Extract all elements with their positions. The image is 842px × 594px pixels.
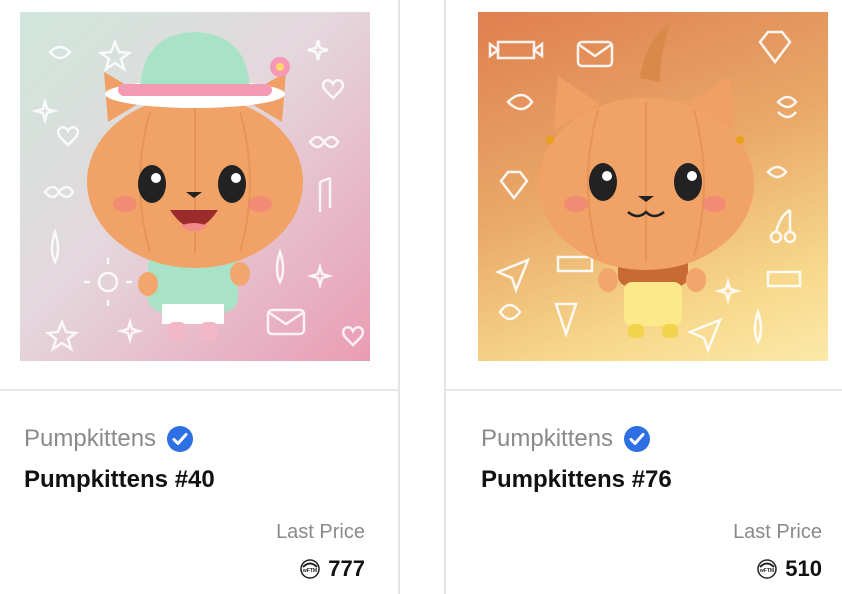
nft-title[interactable]: Pumpkittens #76 bbox=[481, 466, 672, 494]
card-divider bbox=[446, 389, 842, 391]
nft-card[interactable]: Pumpkittens Pumpkittens #40 Last Price w… bbox=[0, 0, 400, 594]
price-value: 777 bbox=[328, 556, 365, 581]
verified-check-icon bbox=[167, 426, 194, 452]
nft-image[interactable] bbox=[20, 12, 370, 361]
verified-check-icon bbox=[624, 426, 651, 452]
last-price: wFTM 510 bbox=[757, 556, 822, 582]
nft-title[interactable]: Pumpkittens #40 bbox=[24, 466, 215, 494]
svg-text:wFTM: wFTM bbox=[759, 568, 774, 574]
collection-row[interactable]: Pumpkittens bbox=[481, 425, 651, 453]
wftm-token-icon: wFTM bbox=[300, 559, 321, 579]
nft-card[interactable]: Pumpkittens Pumpkittens #76 Last Price w… bbox=[444, 0, 842, 594]
pumpkitten-40-artwork bbox=[31, 32, 365, 352]
last-price: wFTM 777 bbox=[300, 556, 365, 582]
card-divider bbox=[0, 389, 398, 391]
svg-text:wFTM: wFTM bbox=[302, 568, 317, 574]
collection-name[interactable]: Pumpkittens bbox=[481, 425, 613, 453]
collection-name[interactable]: Pumpkittens bbox=[24, 425, 156, 453]
price-value: 510 bbox=[785, 556, 822, 581]
last-price-label: Last Price bbox=[733, 521, 822, 543]
wftm-token-icon: wFTM bbox=[757, 559, 778, 579]
last-price-label: Last Price bbox=[276, 521, 365, 543]
nft-image[interactable] bbox=[478, 12, 828, 361]
collection-row[interactable]: Pumpkittens bbox=[24, 425, 194, 453]
pumpkitten-76-artwork bbox=[488, 24, 802, 354]
